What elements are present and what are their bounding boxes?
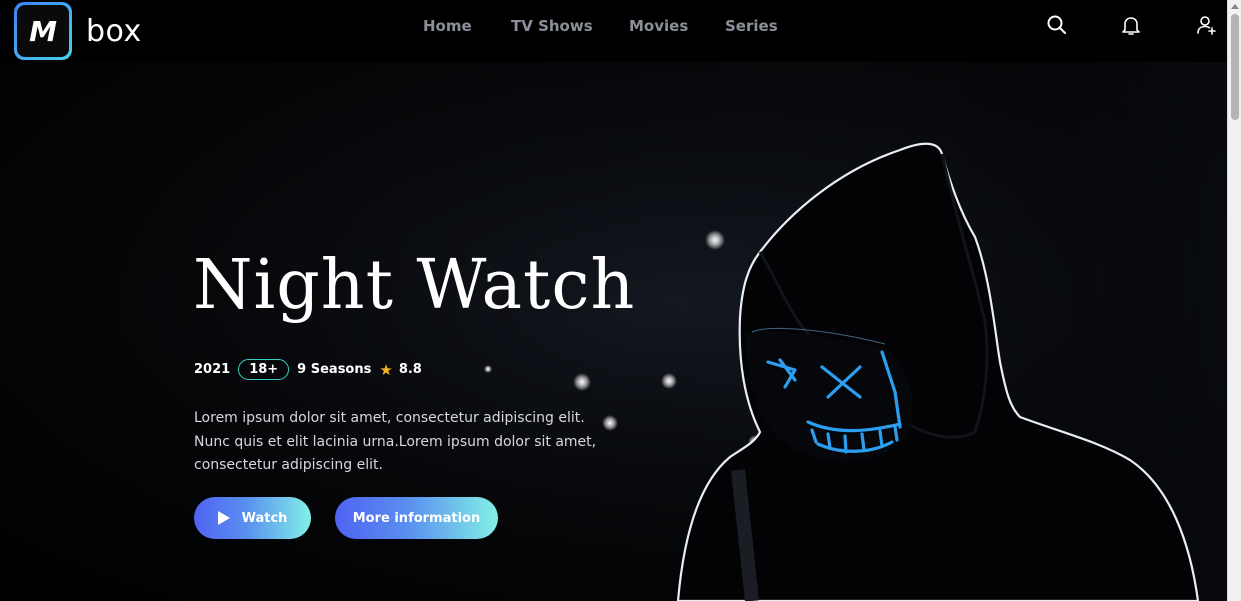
watch-button-label: Watch [241, 510, 288, 526]
more-information-button[interactable]: More information [335, 497, 498, 539]
page-scrollbar[interactable] [1227, 0, 1241, 601]
brand-name: box [86, 13, 142, 49]
show-title: Night Watch [193, 246, 636, 325]
user-add-icon[interactable] [1195, 14, 1217, 36]
show-description: Lorem ipsum dolor sit amet, consectetur … [194, 410, 597, 473]
release-year: 2021 [194, 362, 231, 377]
logo-letter: M [17, 5, 69, 57]
show-meta: 2021 18+ 9 Seasons ★ 8.8 [194, 359, 422, 380]
play-icon [217, 511, 230, 525]
search-icon[interactable] [1046, 14, 1068, 36]
scroll-up-arrow-icon[interactable] [1231, 4, 1239, 9]
age-rating-badge: 18+ [238, 359, 290, 380]
nav-series[interactable]: Series [725, 17, 778, 35]
nav-home[interactable]: Home [423, 17, 472, 35]
nav-tv-shows[interactable]: TV Shows [511, 17, 593, 35]
hero-banner: Night Watch 2021 18+ 9 Seasons ★ 8.8 Lor… [0, 62, 1227, 601]
star-icon: ★ [379, 360, 393, 379]
season-count: 9 Seasons [297, 362, 372, 377]
logo-badge: M [14, 2, 72, 60]
hero-background-image [0, 62, 1227, 601]
bell-icon[interactable] [1120, 14, 1142, 36]
brand-logo[interactable]: M box [14, 2, 142, 60]
nav-movies[interactable]: Movies [629, 17, 688, 35]
top-navbar: M box Home TV Shows Movies Series [0, 0, 1227, 62]
watch-button[interactable]: Watch [194, 497, 311, 539]
scrollbar-thumb[interactable] [1231, 14, 1239, 120]
score-value: 8.8 [398, 362, 422, 377]
more-information-label: More information [352, 510, 481, 526]
